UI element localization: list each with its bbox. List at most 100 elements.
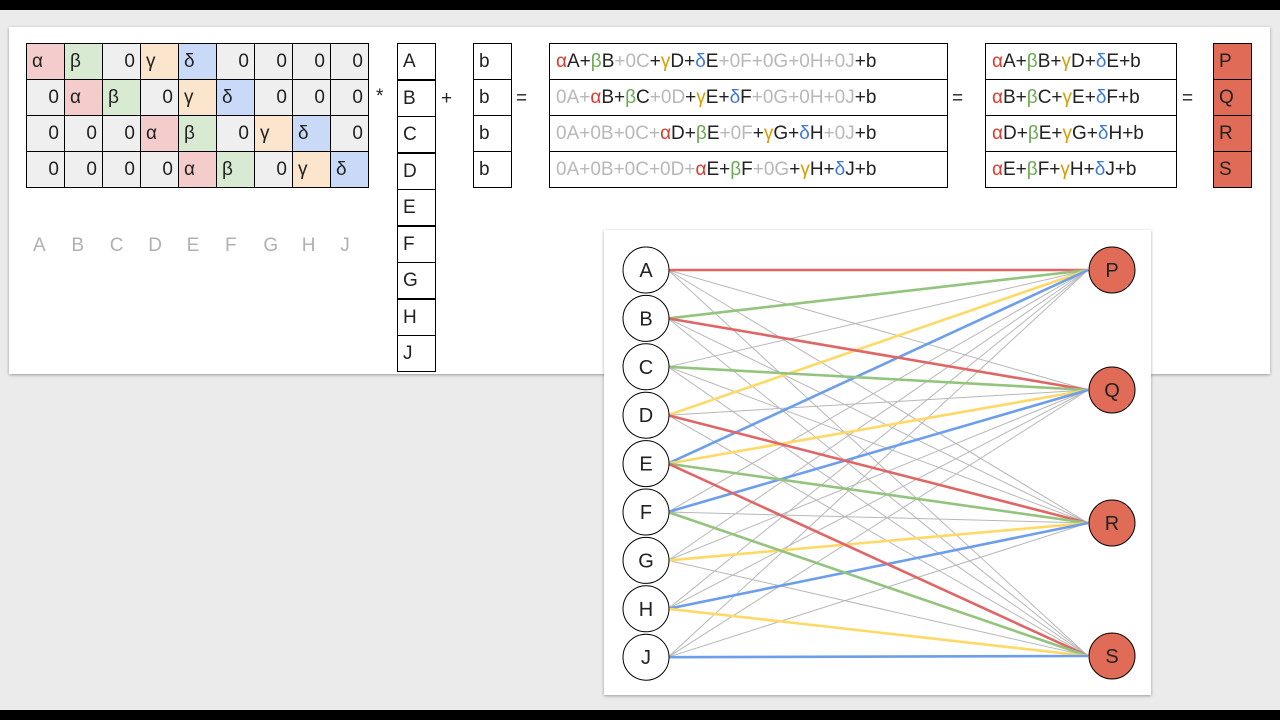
input-vector-cell: F xyxy=(397,225,436,263)
equation-term: β xyxy=(625,87,637,108)
matrix-cell: 0 xyxy=(140,79,179,116)
equation-term: β xyxy=(1026,51,1038,72)
equation-term: A+ xyxy=(566,51,591,72)
equation-term: +0F+0G+0H+0J xyxy=(718,51,855,72)
matrix-cell: 0 xyxy=(102,115,141,152)
equals-operator: = xyxy=(516,88,528,109)
equation-term: δ xyxy=(834,159,846,180)
bipartite-graph: A B C D E F G H J P Q R S xyxy=(622,246,1136,681)
zero-weight-edge xyxy=(667,522,1089,658)
edge-gamma xyxy=(667,607,1089,658)
equation-term: +0G+0H+0J xyxy=(751,87,855,108)
equation-term: E xyxy=(705,51,719,72)
expanded-equation: 0A+αB+βC+0D+γE+δF+0G+0H+0J+b xyxy=(549,79,948,116)
matrix-cell: 0 xyxy=(216,115,255,152)
equation-term: E+ xyxy=(705,87,730,108)
equation-term: γ xyxy=(763,123,774,144)
output-cell: P xyxy=(1213,43,1252,80)
matrix-cell: 0 xyxy=(254,151,293,188)
equation-term: γ xyxy=(1061,51,1071,72)
equation-term: G+ xyxy=(1072,123,1098,144)
equation-term: H+ xyxy=(1069,159,1095,180)
matrix-cell: δ xyxy=(216,79,255,116)
matrix-cell: α xyxy=(26,43,65,80)
equation-term: B+ xyxy=(1002,87,1027,108)
matrix-cell: 0 xyxy=(330,79,369,116)
input-node-label: H xyxy=(639,599,653,621)
matrix-column-label: D xyxy=(148,235,162,256)
input-vector-cell: D xyxy=(397,152,436,190)
matrix-cell: 0 xyxy=(102,151,141,188)
input-vector-cell: C xyxy=(397,116,436,153)
edge-gamma xyxy=(667,388,1089,465)
equation-term: C xyxy=(636,87,650,108)
equation-term: β xyxy=(695,123,707,144)
edge-beta xyxy=(667,510,1089,658)
zero-weight-edge xyxy=(667,269,1089,610)
equation-term: + xyxy=(685,87,697,108)
input-node-label: D xyxy=(639,405,653,427)
input-node-label: F xyxy=(640,502,652,524)
expanded-equation: 0A+0B+0C+0D+αE+βF+0G+γH+δJ+b xyxy=(549,151,948,188)
matrix-cell: β xyxy=(216,151,255,188)
matrix-cell: 0 xyxy=(330,115,369,152)
input-vector-cell: E xyxy=(397,189,436,226)
matrix-cell: γ xyxy=(292,151,331,188)
zero-weight-edge xyxy=(667,269,1089,524)
equation-term: J+b xyxy=(1105,159,1137,180)
equation-term: E+ xyxy=(1038,123,1063,144)
equation-term: β xyxy=(1026,87,1038,108)
edge-alpha xyxy=(667,413,1089,525)
equation-term: + xyxy=(649,51,661,72)
equals-operator: = xyxy=(952,88,964,109)
matrix-cell: 0 xyxy=(102,43,141,80)
input-node-label: C xyxy=(639,357,653,379)
equation-term: β xyxy=(730,159,742,180)
equation-term: α xyxy=(660,123,672,144)
input-node-label: B xyxy=(639,308,652,330)
input-node-label: J xyxy=(641,647,651,669)
equation-term: δ xyxy=(1097,123,1109,144)
equation-term: +b xyxy=(854,51,877,72)
equation-term: 0A+0B+0C+0D+ xyxy=(556,159,696,180)
matrix-column-label: F xyxy=(225,235,237,256)
input-vector-cell: J xyxy=(397,335,436,372)
matrix-column-label: C xyxy=(109,235,124,256)
expanded-equation: αA+βB+0C+γD+δE+0F+0G+0H+0J+b xyxy=(549,43,948,80)
equation-term: D+ xyxy=(1070,51,1096,72)
matrix-column-label: A xyxy=(33,235,46,256)
equation-term: E+b xyxy=(1106,51,1141,72)
matrix-cell: 0 xyxy=(254,43,293,80)
equation-term: α xyxy=(992,51,1003,72)
bias-cell: b xyxy=(473,79,512,116)
matrix-cell: α xyxy=(178,151,217,188)
matrix-column-label: B xyxy=(71,235,85,256)
matrix-cell: δ xyxy=(330,151,369,188)
equation-term: B+ xyxy=(601,87,626,108)
edge-delta xyxy=(667,654,1089,659)
matrix-cell: δ xyxy=(292,115,331,152)
input-vector-cell: A xyxy=(397,43,436,80)
bias-cell: b xyxy=(473,151,512,188)
edge-beta xyxy=(667,268,1089,320)
equation-term: δ xyxy=(799,123,810,144)
equation-term: A+ xyxy=(1002,51,1027,72)
matrix-cell: 0 xyxy=(216,43,255,80)
zero-weight-edge xyxy=(667,559,1089,657)
equation-term: H xyxy=(809,123,824,144)
output-node-label: S xyxy=(1105,646,1118,668)
equation-term: β xyxy=(1027,123,1039,144)
equation-term: F xyxy=(741,159,753,180)
equation-term: C+ xyxy=(1037,87,1063,108)
bias-cell: b xyxy=(473,115,512,152)
matrix-cell: 0 xyxy=(64,151,103,188)
equation-term: E+ xyxy=(1072,87,1096,108)
equation-term: α xyxy=(556,51,567,72)
output-node-label: R xyxy=(1105,513,1119,535)
equation-term: H+ xyxy=(809,159,835,180)
equation-term: +0F xyxy=(719,123,753,144)
equation-term: γ xyxy=(800,159,810,180)
input-node-label: E xyxy=(639,454,652,476)
zero-weight-edge xyxy=(667,366,1089,657)
input-node-label: G xyxy=(638,550,654,572)
